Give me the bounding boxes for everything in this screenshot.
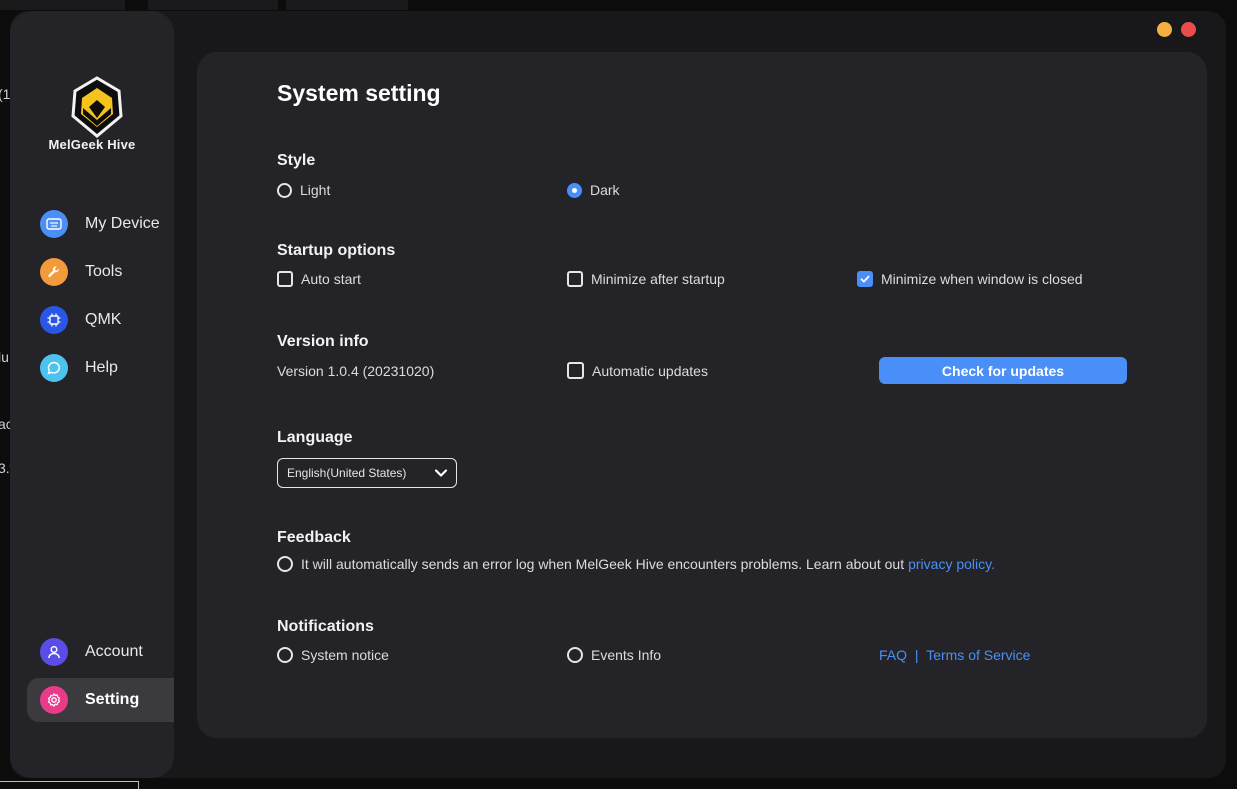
sidebar-item-setting[interactable]: Setting [27,678,174,722]
check-for-updates-button[interactable]: Check for updates [879,357,1127,384]
checkbox-indicator [567,271,583,287]
version-text: Version 1.0.4 (20231020) [277,363,435,379]
terms-of-service-link[interactable]: Terms of Service [926,647,1030,663]
checkbox-indicator [277,647,293,663]
section-title-version: Version info [277,333,369,350]
chevron-down-icon [434,468,448,478]
option-label: Auto start [301,271,361,287]
option-label: Automatic updates [592,362,708,379]
option-label: Minimize after startup [591,271,725,287]
close-button[interactable] [1181,22,1196,37]
feedback-text: It will automatically sends an error log… [301,556,905,572]
background-tab [286,0,408,10]
auto-start-checkbox[interactable]: Auto start [277,271,361,287]
sidebar-item-tools[interactable]: Tools [27,250,174,294]
feedback-checkbox[interactable]: It will automatically sends an error log… [277,556,995,572]
sidebar-item-my-device[interactable]: My Device [27,202,174,246]
sidebar-item-label: Account [85,643,143,660]
settings-panel: System setting Style Light Dark Startup … [197,52,1207,738]
footer-links: FAQ | Terms of Service [879,647,1030,663]
sidebar-item-label: QMK [85,311,122,328]
option-label: Dark [590,182,620,198]
sidebar: MelGeek Hive My Device Tools QMK Help Ac… [10,11,174,778]
sidebar-item-qmk[interactable]: QMK [27,298,174,342]
language-selected-value: English(United States) [287,466,407,480]
background-tab [0,0,125,10]
sidebar-item-label: My Device [85,215,160,232]
gear-icon [40,686,68,714]
section-title-style: Style [277,152,316,169]
minimize-button[interactable] [1157,22,1172,37]
radio-indicator-selected [567,182,582,198]
sidebar-item-account[interactable]: Account [27,630,174,674]
chat-bubble-icon [40,354,68,382]
background-text: lu [0,349,9,365]
page-title: System setting [277,80,441,106]
option-label: System notice [301,647,389,663]
melgeek-logo [61,74,133,146]
section-title-notifications: Notifications [277,618,374,635]
checkbox-indicator-checked [857,271,873,287]
section-title-feedback: Feedback [277,529,351,546]
sidebar-item-help[interactable]: Help [27,346,174,390]
sidebar-item-label: Help [85,359,118,376]
system-notice-checkbox[interactable]: System notice [277,647,389,663]
chip-icon [40,306,68,334]
checkbox-indicator [277,271,293,287]
keyboard-icon [40,210,68,238]
radio-indicator [277,182,292,198]
option-label: Minimize when window is closed [881,271,1083,287]
style-dark-radio[interactable]: Dark [567,182,620,198]
automatic-updates-checkbox[interactable]: Automatic updates [567,362,708,379]
minimize-when-closed-checkbox[interactable]: Minimize when window is closed [857,271,1083,287]
wrench-icon [40,258,68,286]
checkbox-indicator [567,362,584,379]
link-separator: | [914,647,919,663]
sidebar-item-label: Tools [85,263,123,280]
privacy-policy-link[interactable]: privacy policy. [908,556,995,572]
option-label: Events Info [591,647,662,663]
faq-link[interactable]: FAQ [879,647,907,663]
minimize-after-startup-checkbox[interactable]: Minimize after startup [567,271,725,287]
check-icon [860,275,870,283]
option-label: Light [300,182,331,198]
checkbox-indicator [277,556,293,572]
checkbox-indicator [567,647,583,663]
style-light-radio[interactable]: Light [277,182,330,198]
language-select[interactable]: English(United States) [277,458,457,488]
app-name: MelGeek Hive [48,137,136,152]
user-icon [40,638,68,666]
background-text: (1 [0,86,11,102]
background-tab [148,0,278,10]
sidebar-item-label: Setting [85,691,140,708]
section-title-language: Language [277,429,353,446]
events-info-checkbox[interactable]: Events Info [567,647,661,663]
section-title-startup: Startup options [277,242,396,259]
